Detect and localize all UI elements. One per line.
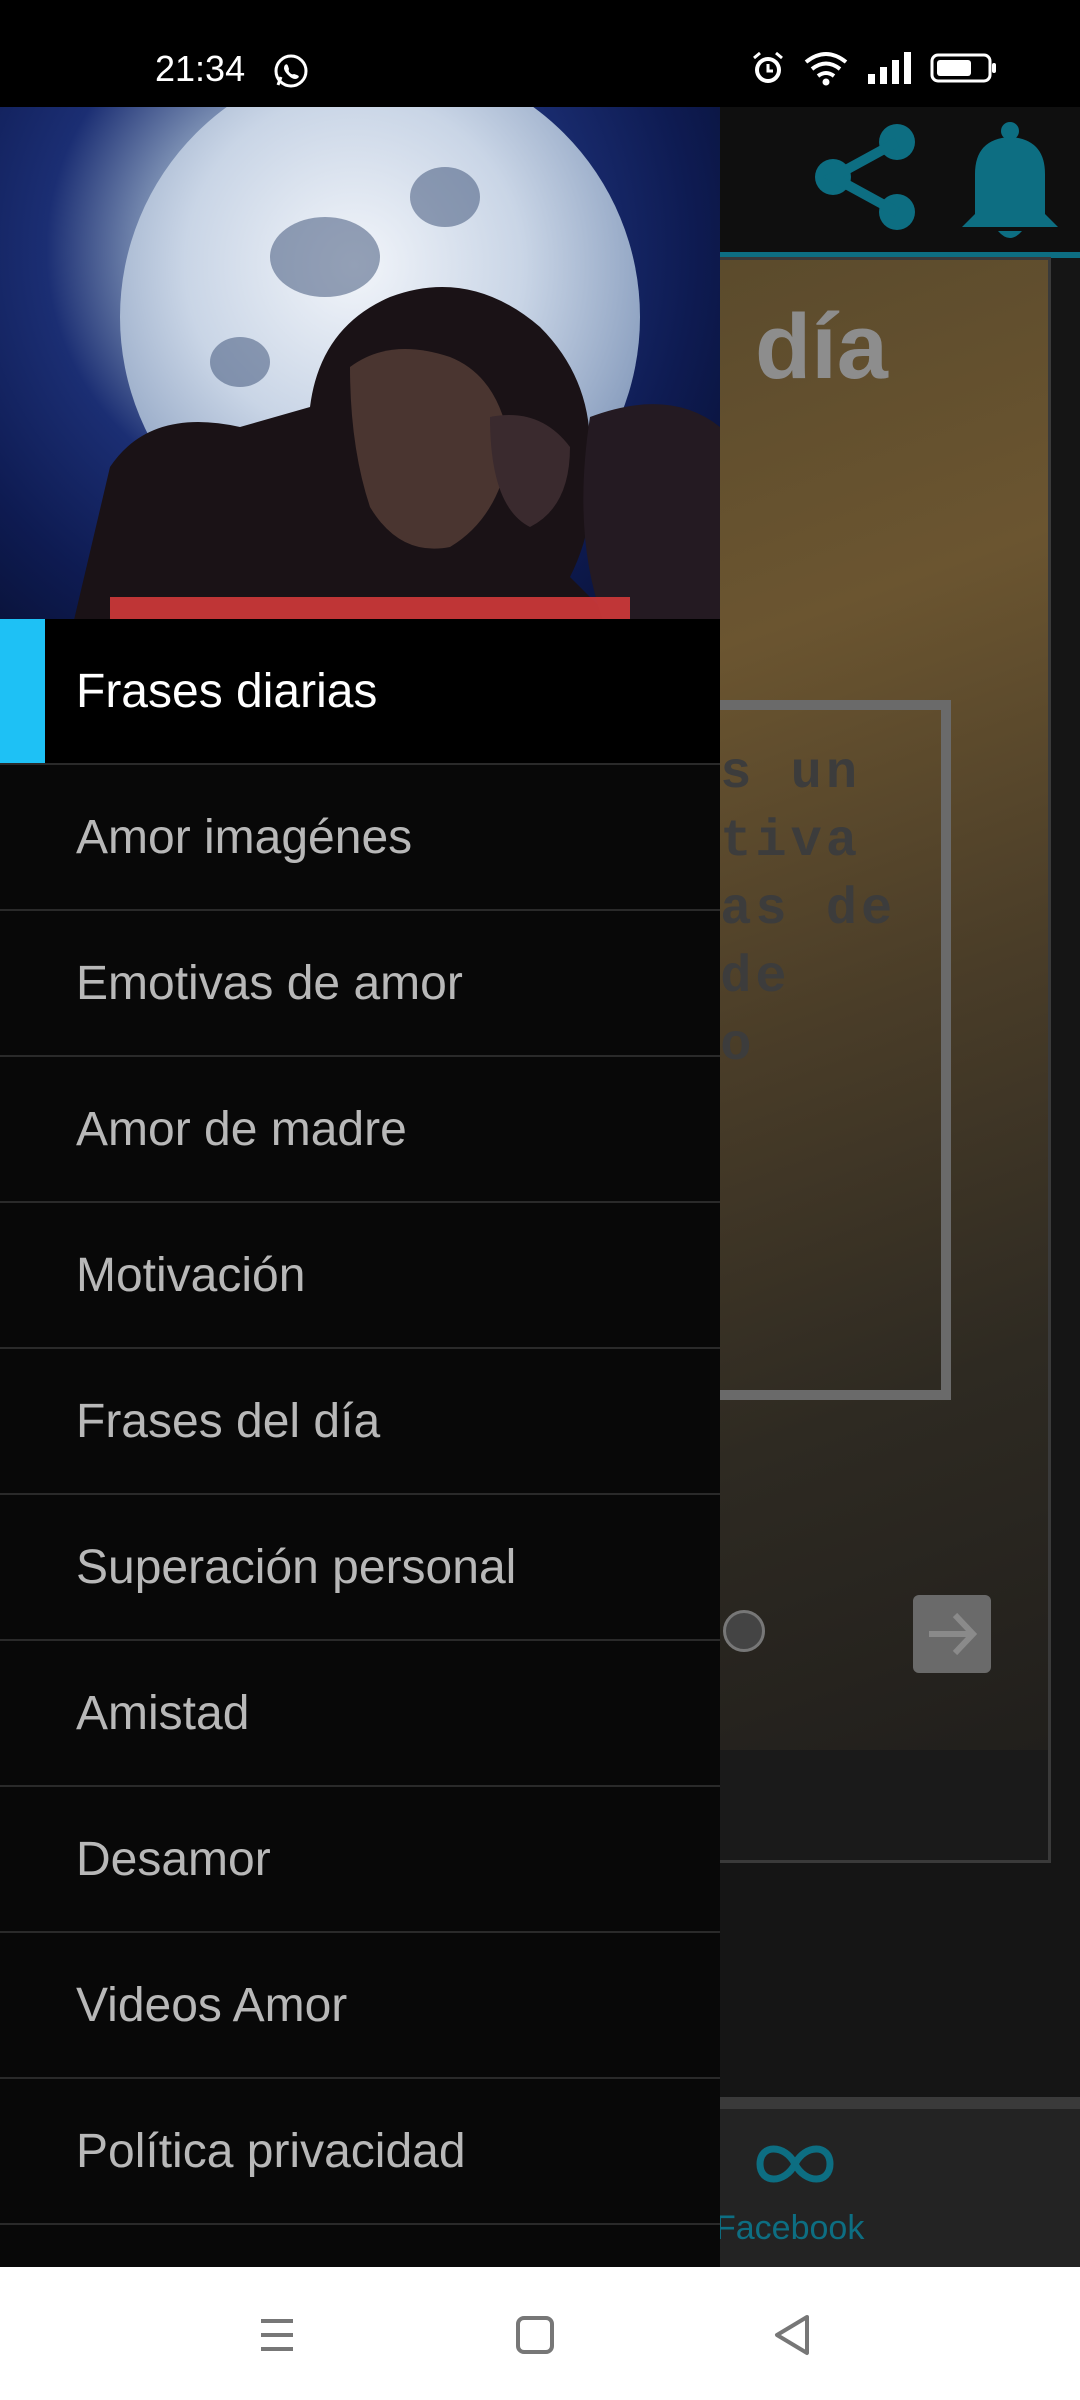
arrow-right-icon [929,1612,978,1656]
next-button[interactable] [913,1595,991,1673]
menu-item-frases-diarias[interactable]: Frases diarias [0,619,720,765]
menu-item-amor-imagenes[interactable]: Amor imagénes [0,765,720,911]
bottom-tab-bar: Facebook [660,2097,1080,2279]
menu-item-amor-de-madre[interactable]: Amor de madre [0,1057,720,1203]
menu-item-label: Amistad [76,1686,250,1740]
alarm-icon [753,51,783,83]
system-navigation-bar [0,2267,1080,2400]
drawer-header-image [0,107,720,619]
back-icon[interactable] [763,2307,823,2363]
menu-item-label: Frases del día [76,1394,381,1448]
card-title: día [755,296,888,398]
wifi-icon [804,52,848,86]
couple-silhouette [74,287,720,619]
whatsapp-icon [274,54,308,88]
bell-icon[interactable] [950,119,1070,241]
infinity-icon[interactable] [750,2139,840,2189]
menu-item-label: Motivación [76,1248,306,1302]
menu-icon[interactable] [247,2307,307,2363]
menu-item-label: Amor imagénes [76,810,413,864]
menu-item-label: Superación personal [76,1540,517,1594]
page-indicator-dot [723,1610,765,1652]
share-icon[interactable] [805,117,925,237]
menu-item-label: Frases diarias [76,664,378,718]
menu-item-desamor[interactable]: Desamor [0,1787,720,1933]
menu-item-politica-privacidad[interactable]: Política privacidad [0,2079,720,2225]
menu-item-label: Videos Amor [76,1978,348,2032]
header-title-strip [110,597,630,619]
active-indicator [0,619,45,763]
menu-item-amistad[interactable]: Amistad [0,1641,720,1787]
status-icons [750,50,998,86]
menu-item-label: Política privacidad [76,2124,466,2178]
menu-item-frases-del-dia[interactable]: Frases del día [0,1349,720,1495]
menu-item-label: Amor de madre [76,1102,407,1156]
home-icon[interactable] [505,2307,565,2363]
status-time: 21:34 [155,48,246,89]
signal-icon [868,52,911,84]
menu-item-label: Desamor [76,1832,271,1886]
menu-item-emotivas-de-amor[interactable]: Emotivas de amor [0,911,720,1057]
drawer-menu: Frases diarias Amor imagénes Emotivas de… [0,619,720,2225]
menu-item-label: Emotivas de amor [76,956,463,1010]
menu-item-motivacion[interactable]: Motivación [0,1203,720,1349]
menu-item-superacion-personal[interactable]: Superación personal [0,1495,720,1641]
menu-item-videos-amor[interactable]: Videos Amor [0,1933,720,2079]
navigation-drawer: Frases diarias Amor imagénes Emotivas de… [0,107,720,2267]
battery-icon [930,53,996,83]
status-bar: 21:34 [0,0,1080,107]
facebook-tab-label[interactable]: Facebook [715,2209,864,2248]
